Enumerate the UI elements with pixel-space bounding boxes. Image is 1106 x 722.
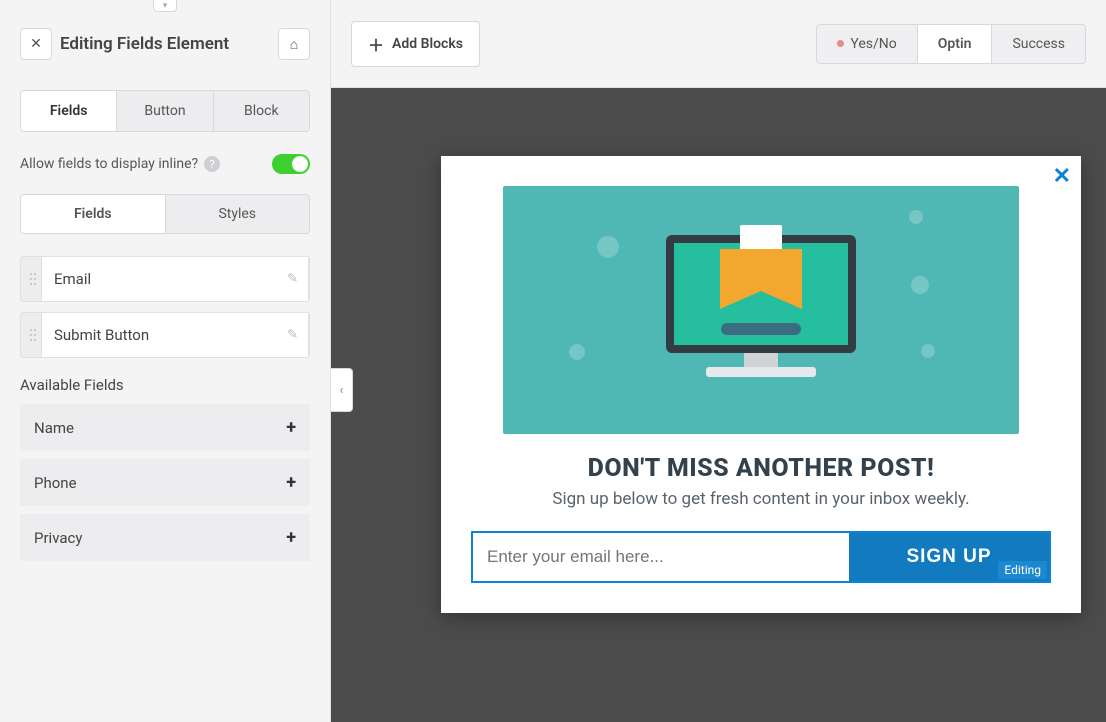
available-field-privacy[interactable]: Privacy +	[20, 514, 310, 561]
status-dot-icon	[837, 40, 844, 47]
tab-fields[interactable]: Fields	[21, 91, 116, 131]
sidebar-title: Editing Fields Element	[60, 34, 270, 54]
home-icon: ⌂	[290, 36, 298, 53]
tab-button[interactable]: Button	[116, 91, 212, 131]
home-button[interactable]: ⌂	[278, 28, 310, 60]
fields-styles-tabs: Fields Styles	[20, 194, 310, 234]
canvas: ＋ Add Blocks Yes/No Optin Success ‹ ✕	[331, 0, 1106, 722]
topbar: ＋ Add Blocks Yes/No Optin Success	[331, 0, 1106, 88]
campaign-steps: Yes/No Optin Success	[816, 24, 1086, 64]
step-optin[interactable]: Optin	[917, 25, 992, 63]
popup-subtitle: Sign up below to get fresh content in yo…	[441, 489, 1081, 509]
inline-toggle-row: Allow fields to display inline? ?	[20, 154, 310, 174]
step-success[interactable]: Success	[991, 25, 1085, 63]
plus-icon: +	[286, 472, 296, 493]
available-field-name[interactable]: Name +	[20, 404, 310, 451]
field-item-submit[interactable]: Submit Button ✎	[20, 312, 310, 358]
close-button[interactable]: ✕	[20, 28, 52, 60]
field-item-email[interactable]: Email ✎	[20, 256, 310, 302]
available-field-phone[interactable]: Phone +	[20, 459, 310, 506]
plus-icon: +	[286, 527, 296, 548]
edit-icon[interactable]: ✎	[287, 272, 298, 287]
monitor-illustration	[661, 235, 861, 385]
inline-toggle[interactable]	[272, 154, 310, 174]
email-input[interactable]	[473, 533, 849, 581]
resize-nub-icon[interactable]: ▾	[153, 0, 177, 12]
optin-popup: ✕ DON'T MISS ANOTHER POST! Sign up below…	[441, 156, 1081, 613]
optin-form: SIGN UP Editing	[471, 531, 1051, 583]
sidebar: ▾ ✕ Editing Fields Element ⌂ Fields Butt…	[0, 0, 331, 722]
plus-icon: ＋	[368, 32, 384, 56]
close-icon: ✕	[30, 36, 42, 52]
help-icon[interactable]: ?	[204, 156, 220, 172]
element-tabs: Fields Button Block	[20, 90, 310, 132]
preview-stage: ‹ ✕ DON'T MISS ANOTHER POST! Sign up bel…	[331, 88, 1106, 722]
subtab-fields[interactable]: Fields	[21, 195, 165, 233]
drag-handle-icon[interactable]	[21, 329, 41, 341]
drag-handle-icon[interactable]	[21, 273, 41, 285]
subtab-styles[interactable]: Styles	[165, 195, 310, 233]
hero-image	[503, 186, 1019, 434]
add-blocks-button[interactable]: ＋ Add Blocks	[351, 21, 480, 67]
plus-icon: +	[286, 417, 296, 438]
sidebar-body: Fields Button Block Allow fields to disp…	[0, 80, 330, 589]
chevron-left-icon: ‹	[340, 383, 344, 398]
popup-title: DON'T MISS ANOTHER POST!	[441, 454, 1081, 483]
inline-toggle-label: Allow fields to display inline? ?	[20, 156, 220, 172]
edit-icon[interactable]: ✎	[287, 328, 298, 343]
close-icon: ✕	[1053, 164, 1071, 189]
field-label: Email ✎	[41, 257, 309, 301]
available-fields-header: Available Fields	[20, 376, 310, 394]
tab-block[interactable]: Block	[213, 91, 309, 131]
step-yesno[interactable]: Yes/No	[817, 25, 916, 63]
popup-close-button[interactable]: ✕	[1053, 164, 1071, 189]
sidebar-header: ✕ Editing Fields Element ⌂	[0, 0, 330, 80]
editing-badge: Editing	[998, 561, 1047, 579]
field-label: Submit Button ✎	[41, 313, 309, 357]
collapse-sidebar-button[interactable]: ‹	[331, 368, 353, 412]
